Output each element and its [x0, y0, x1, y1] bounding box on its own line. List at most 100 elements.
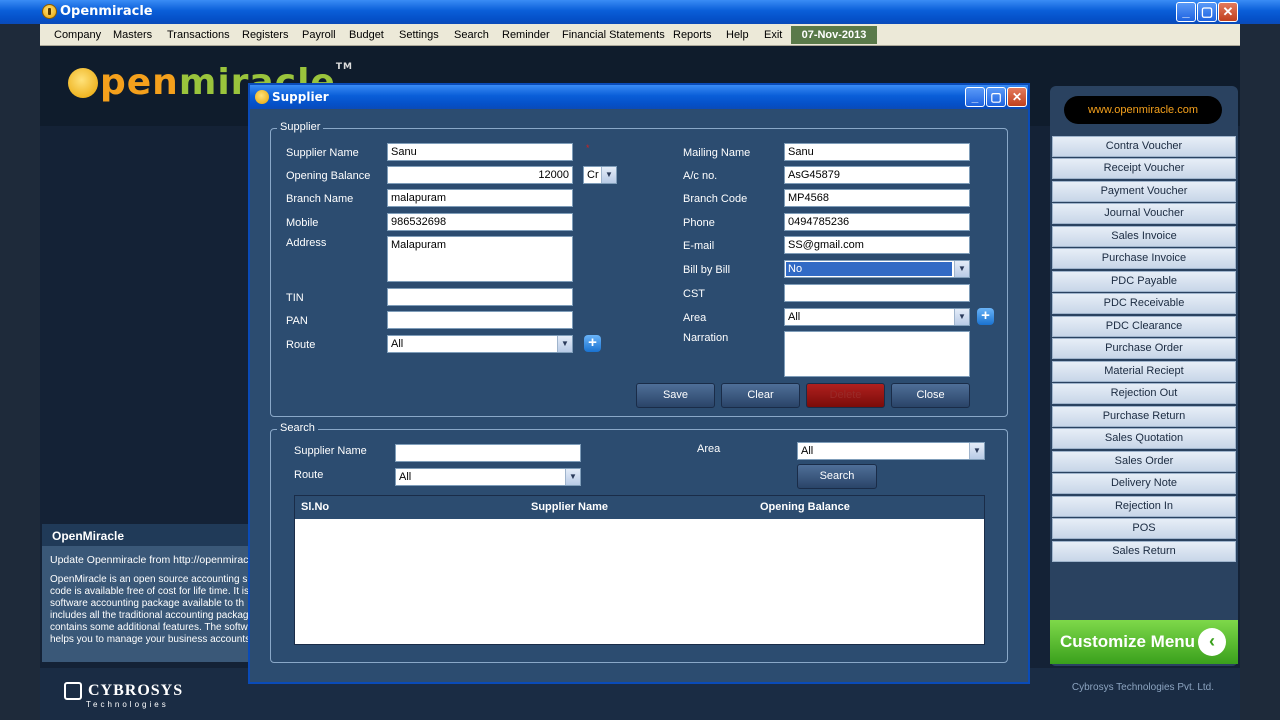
branch-code-label: Branch Code: [683, 193, 748, 205]
quick-rejection-out[interactable]: Rejection Out: [1052, 383, 1236, 404]
cst-label: CST: [683, 288, 705, 300]
supplier-name-input[interactable]: Sanu: [387, 143, 573, 161]
info-panel: OpenMiracle Update Openmiracle from http…: [42, 524, 250, 662]
branch-name-input[interactable]: malapuram: [387, 189, 573, 207]
pan-input[interactable]: [387, 311, 573, 329]
menu-search[interactable]: Search: [454, 29, 489, 41]
delete-button[interactable]: Delete: [806, 383, 885, 408]
opening-balance-label: Opening Balance: [286, 170, 371, 182]
branch-code-input[interactable]: MP4568: [784, 189, 970, 207]
quick-menu-panel: www.openmiracle.com Contra Voucher Recei…: [1050, 86, 1238, 666]
tin-input[interactable]: [387, 288, 573, 306]
menu-exit[interactable]: Exit: [764, 29, 782, 41]
search-supplier-name-input[interactable]: [395, 444, 581, 462]
menu-financial-statements[interactable]: Financial Statements: [562, 29, 665, 41]
quick-sales-quotation[interactable]: Sales Quotation: [1052, 428, 1236, 449]
quick-delivery-note[interactable]: Delivery Note: [1052, 473, 1236, 494]
pan-label: PAN: [286, 315, 308, 327]
dialog-maximize-button[interactable]: ▢: [986, 87, 1006, 107]
quick-sales-return[interactable]: Sales Return: [1052, 541, 1236, 562]
maximize-button[interactable]: ▢: [1197, 2, 1217, 22]
close-button[interactable]: ✕: [1218, 2, 1238, 22]
quick-material-reciept[interactable]: Material Reciept: [1052, 361, 1236, 382]
chevron-down-icon: ▼: [601, 167, 616, 183]
search-route-select[interactable]: All ▼: [395, 468, 581, 486]
menu-help[interactable]: Help: [726, 29, 749, 41]
update-link[interactable]: Update Openmiracle from http://openmirac…: [42, 546, 250, 566]
ac-no-input[interactable]: AsG45879: [784, 166, 970, 184]
chevron-left-icon: ‹: [1198, 628, 1226, 656]
area-select[interactable]: All ▼: [784, 308, 970, 326]
route-label: Route: [286, 339, 316, 351]
info-heading: OpenMiracle: [42, 524, 250, 546]
column-supplier-name[interactable]: Supplier Name: [531, 501, 608, 513]
address-label: Address: [286, 237, 327, 249]
quick-sales-order[interactable]: Sales Order: [1052, 451, 1236, 472]
quick-rejection-in[interactable]: Rejection In: [1052, 496, 1236, 517]
website-link[interactable]: www.openmiracle.com: [1064, 96, 1222, 124]
search-button[interactable]: Search: [797, 464, 877, 489]
dialog-minimize-button[interactable]: _: [965, 87, 985, 107]
clear-button[interactable]: Clear: [721, 383, 800, 408]
email-label: E-mail: [683, 240, 715, 252]
quick-contra-voucher[interactable]: Contra Voucher: [1052, 136, 1236, 157]
menu-budget[interactable]: Budget: [349, 29, 384, 41]
cst-input[interactable]: [784, 284, 970, 302]
supplier-dialog: Supplier _ ▢ ✕ Supplier Supplier Name Sa…: [248, 83, 1030, 684]
menu-reports[interactable]: Reports: [673, 29, 712, 41]
column-opening-balance[interactable]: Opening Balance: [760, 501, 850, 513]
dialog-close-button[interactable]: ✕: [1007, 87, 1027, 107]
bill-by-bill-select[interactable]: No ▼: [784, 260, 970, 278]
mailing-name-label: Mailing Name: [683, 147, 751, 159]
ac-no-label: A/c no.: [683, 170, 718, 182]
quick-receipt-voucher[interactable]: Receipt Voucher: [1052, 158, 1236, 179]
dialog-logo-icon: [255, 90, 269, 104]
menu-payroll[interactable]: Payroll: [302, 29, 336, 41]
search-area-select[interactable]: All ▼: [797, 442, 985, 460]
menu-transactions[interactable]: Transactions: [167, 29, 230, 41]
email-input[interactable]: SS@gmail.com: [784, 236, 970, 254]
cr-dr-select[interactable]: Cr ▼: [583, 166, 617, 184]
dialog-title: Supplier: [272, 90, 329, 104]
route-select[interactable]: All ▼: [387, 335, 573, 353]
cybrosys-logo: CYBROSYS Technologies: [64, 682, 183, 709]
column-sl-no[interactable]: Sl.No: [301, 501, 329, 513]
current-date: 07-Nov-2013: [791, 26, 877, 44]
chevron-down-icon: ▼: [969, 443, 984, 459]
narration-textarea[interactable]: [784, 331, 970, 377]
close-form-button[interactable]: Close: [891, 383, 970, 408]
address-textarea[interactable]: Malapuram: [387, 236, 573, 282]
supplier-results-grid[interactable]: Sl.No Supplier Name Opening Balance: [294, 495, 985, 645]
bill-by-bill-label: Bill by Bill: [683, 264, 731, 276]
menu-settings[interactable]: Settings: [399, 29, 439, 41]
opening-balance-input[interactable]: 12000: [387, 166, 573, 184]
quick-purchase-order[interactable]: Purchase Order: [1052, 338, 1236, 359]
quick-payment-voucher[interactable]: Payment Voucher: [1052, 181, 1236, 202]
customize-menu-button[interactable]: Customize Menu ‹: [1050, 620, 1238, 664]
quick-pdc-clearance[interactable]: PDC Clearance: [1052, 316, 1236, 337]
quick-pos[interactable]: POS: [1052, 518, 1236, 539]
quick-sales-invoice[interactable]: Sales Invoice: [1052, 226, 1236, 247]
supplier-name-label: Supplier Name: [286, 147, 359, 159]
add-route-plus-icon[interactable]: +: [584, 335, 601, 352]
menu-registers[interactable]: Registers: [242, 29, 288, 41]
quick-purchase-invoice[interactable]: Purchase Invoice: [1052, 248, 1236, 269]
quick-pdc-payable[interactable]: PDC Payable: [1052, 271, 1236, 292]
phone-input[interactable]: 0494785236: [784, 213, 970, 231]
quick-purchase-return[interactable]: Purchase Return: [1052, 406, 1236, 427]
dialog-title-bar: Supplier _ ▢ ✕: [250, 85, 1028, 109]
supplier-group-title: Supplier: [277, 121, 324, 133]
quick-pdc-receivable[interactable]: PDC Receivable: [1052, 293, 1236, 314]
menu-company[interactable]: Company: [54, 29, 101, 41]
minimize-button[interactable]: _: [1176, 2, 1196, 22]
chevron-down-icon: ▼: [557, 336, 572, 352]
menu-bar: Company Masters Transactions Registers P…: [40, 24, 1240, 46]
add-area-plus-icon[interactable]: +: [977, 308, 994, 325]
menu-reminder[interactable]: Reminder: [502, 29, 550, 41]
mobile-input[interactable]: 986532698: [387, 213, 573, 231]
menu-masters[interactable]: Masters: [113, 29, 152, 41]
mailing-name-input[interactable]: Sanu: [784, 143, 970, 161]
quick-journal-voucher[interactable]: Journal Voucher: [1052, 203, 1236, 224]
phone-label: Phone: [683, 217, 715, 229]
save-button[interactable]: Save: [636, 383, 715, 408]
